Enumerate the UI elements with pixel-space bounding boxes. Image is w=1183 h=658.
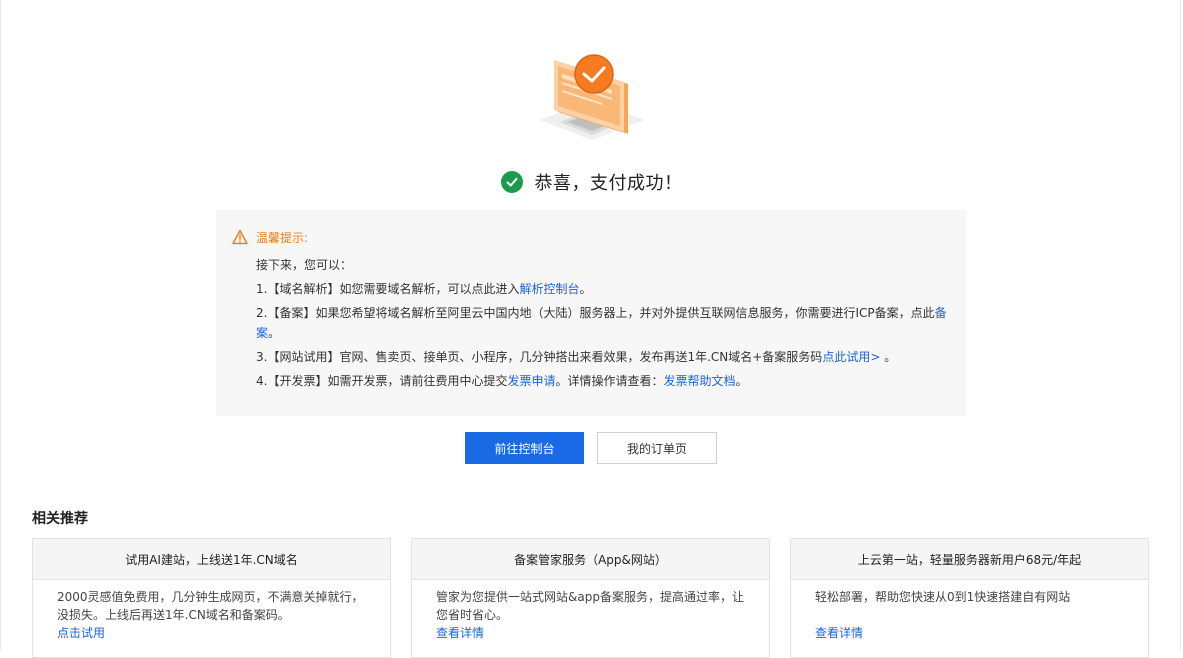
recommend-cards: 试用AI建站，上线送1年.CN域名 2000灵感值免费用，几分钟生成网页，不满意… [32, 538, 1149, 658]
card-link[interactable]: 点击试用 [57, 624, 366, 642]
tips-item-tail: 。 [880, 350, 897, 364]
tips-item-icp: 2.【备案】如果您希望将域名解析至阿里云中国内地（大陆）服务器上，并对外提供互联… [256, 303, 950, 343]
tips-item-mid: 。详情操作请查看： [555, 374, 664, 388]
tips-item-tail: 。 [735, 374, 748, 388]
payment-success-illustration-icon [540, 54, 644, 140]
action-buttons: 前往控制台 我的订单页 [465, 432, 717, 464]
my-orders-button[interactable]: 我的订单页 [597, 432, 717, 464]
card-description: 2000灵感值免费用，几分钟生成网页，不满意关掉就行，没损失。上线后再送1年.C… [57, 590, 364, 622]
website-trial-link[interactable]: 点此试用> [822, 350, 880, 364]
recommend-card: 试用AI建站，上线送1年.CN域名 2000灵感值免费用，几分钟生成网页，不满意… [32, 538, 391, 658]
recommend-title: 相关推荐 [32, 511, 88, 527]
tips-heading: 温馨提示: [256, 230, 309, 245]
success-check-icon [500, 171, 523, 193]
success-message: 恭喜，支付成功！ [0, 168, 1183, 196]
tips-item-invoice: 4.【开发票】如需开发票，请前往费用中心提交发票申请。详情操作请查看：发票帮助文… [256, 371, 950, 391]
card-description: 轻松部署，帮助您快速从0到1快速搭建自有网站 [815, 590, 1071, 604]
recommend-card: 上云第一站，轻量服务器新用户68元/年起 轻松部署，帮助您快速从0到1快速搭建自… [790, 538, 1149, 658]
card-description: 管家为您提供一站式网站&app备案服务，提高通过率，让您省时省心。 [436, 590, 744, 622]
go-to-console-button[interactable]: 前往控制台 [465, 432, 584, 464]
tips-panel: 温馨提示: 接下来，您可以： 1.【域名解析】如您需要域名解析，可以点此进入解析… [216, 210, 966, 416]
warning-icon [232, 229, 248, 245]
tips-item-text: 1.【域名解析】如您需要域名解析，可以点此进入 [256, 282, 520, 296]
card-title: 备案管家服务（App&网站） [412, 539, 769, 580]
card-title: 试用AI建站，上线送1年.CN域名 [33, 539, 390, 580]
tips-intro: 接下来，您可以： [256, 258, 353, 272]
tips-item-tail: 。 [579, 282, 592, 296]
tips-item-text: 4.【开发票】如需开发票，请前往费用中心提交 [256, 374, 508, 388]
invoice-apply-link[interactable]: 发票申请 [507, 374, 555, 388]
recommend-card: 备案管家服务（App&网站） 管家为您提供一站式网站&app备案服务，提高通过率… [411, 538, 770, 658]
tips-item-dns: 1.【域名解析】如您需要域名解析，可以点此进入解析控制台。 [256, 279, 950, 299]
tips-header: 温馨提示: [232, 228, 950, 246]
dns-console-link[interactable]: 解析控制台 [519, 282, 579, 296]
card-link[interactable]: 查看详情 [436, 624, 745, 642]
card-title: 上云第一站，轻量服务器新用户68元/年起 [791, 539, 1148, 580]
success-title: 恭喜，支付成功！ [534, 173, 683, 194]
tips-body: 接下来，您可以： 1.【域名解析】如您需要域名解析，可以点此进入解析控制台。 2… [256, 255, 950, 391]
tips-item-tail: 。 [268, 326, 281, 340]
card-link[interactable]: 查看详情 [815, 624, 1124, 642]
invoice-help-link[interactable]: 发票帮助文档 [663, 374, 735, 388]
tips-item-text: 2.【备案】如果您希望将域名解析至阿里云中国内地（大陆）服务器上，并对外提供互联… [256, 306, 935, 320]
tips-item-website-trial: 3.【网站试用】官网、售卖页、接单页、小程序，几分钟搭出来看效果，发布再送1年.… [256, 347, 950, 367]
tips-item-text: 3.【网站试用】官网、售卖页、接单页、小程序，几分钟搭出来看效果，发布再送1年.… [256, 350, 823, 364]
